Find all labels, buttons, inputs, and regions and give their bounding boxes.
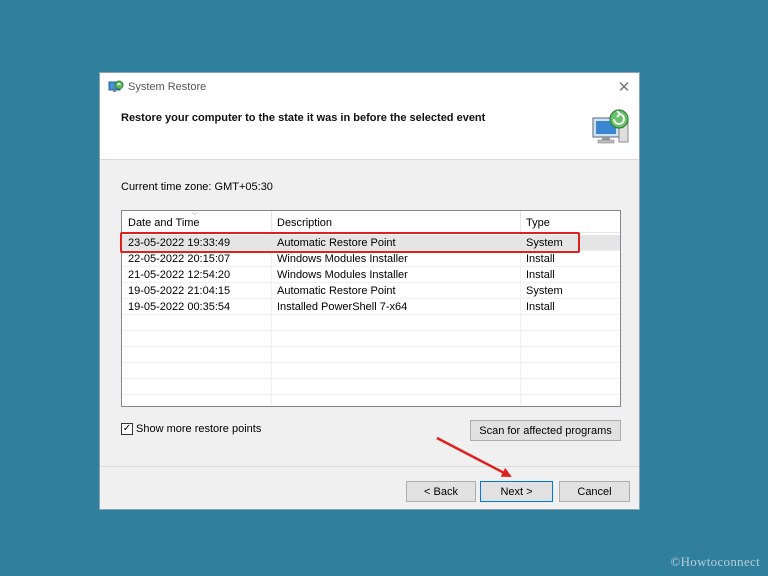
scan-affected-programs-button[interactable]: Scan for affected programs	[470, 420, 621, 441]
close-icon: ✕	[617, 79, 631, 96]
empty-row	[122, 347, 620, 363]
close-button[interactable]: ✕	[609, 73, 639, 101]
cell-date: 22-05-2022 20:15:07	[128, 253, 231, 265]
show-more-label: Show more restore points	[136, 423, 262, 435]
column-description-label: Description	[277, 217, 333, 229]
column-description[interactable]: Description	[271, 211, 521, 232]
dialog-header: Restore your computer to the state it wa…	[100, 101, 639, 160]
restore-points-list[interactable]: ⌵ Date and Time Description Type 23-05-2…	[121, 210, 621, 407]
system-restore-dialog: System Restore ✕ Restore your computer t…	[99, 72, 640, 510]
column-date-time[interactable]: ⌵ Date and Time	[122, 211, 272, 232]
column-type[interactable]: Type	[520, 211, 620, 232]
system-restore-icon	[108, 80, 124, 92]
checkmark-icon: ✓	[122, 423, 132, 434]
back-button[interactable]: < Back	[406, 481, 476, 502]
window-title: System Restore	[128, 81, 207, 93]
page-heading: Restore your computer to the state it wa…	[121, 112, 486, 124]
cell-description: Installed PowerShell 7-x64	[277, 301, 408, 313]
empty-row	[122, 331, 620, 347]
cell-date: 21-05-2022 12:54:20	[128, 269, 231, 281]
cell-description: Automatic Restore Point	[277, 285, 396, 297]
table-row[interactable]: 22-05-2022 20:15:07 Windows Modules Inst…	[122, 251, 620, 267]
column-type-label: Type	[526, 217, 550, 229]
cell-description: Windows Modules Installer	[277, 253, 408, 265]
list-header: ⌵ Date and Time Description Type	[122, 211, 620, 233]
cell-date: 19-05-2022 00:35:54	[128, 301, 231, 313]
timezone-label: Current time zone: GMT+05:30	[121, 181, 273, 193]
cell-date: 19-05-2022 21:04:15	[128, 285, 231, 297]
empty-row	[122, 363, 620, 379]
sort-down-icon: ⌵	[192, 210, 198, 217]
title-bar: System Restore ✕	[100, 73, 639, 101]
table-row[interactable]: 23-05-2022 19:33:49 Automatic Restore Po…	[122, 235, 620, 251]
cell-description: Automatic Restore Point	[277, 237, 396, 249]
cell-type: System	[526, 237, 563, 249]
show-more-checkbox[interactable]: ✓	[121, 423, 133, 435]
cell-type: Install	[526, 253, 555, 265]
cell-type: System	[526, 285, 563, 297]
next-button[interactable]: Next >	[480, 481, 553, 502]
cell-date: 23-05-2022 19:33:49	[128, 237, 231, 249]
cell-type: Install	[526, 269, 555, 281]
footer-divider	[100, 466, 639, 467]
empty-row	[122, 379, 620, 395]
watermark: ©Howtoconnect	[670, 554, 760, 569]
show-more-restore-points[interactable]: ✓ Show more restore points	[121, 423, 261, 435]
table-row[interactable]: 19-05-2022 00:35:54 Installed PowerShell…	[122, 299, 620, 315]
cancel-button[interactable]: Cancel	[559, 481, 630, 502]
table-row[interactable]: 21-05-2022 12:54:20 Windows Modules Inst…	[122, 267, 620, 283]
table-row[interactable]: 19-05-2022 21:04:15 Automatic Restore Po…	[122, 283, 620, 299]
empty-row	[122, 315, 620, 331]
cell-description: Windows Modules Installer	[277, 269, 408, 281]
cell-type: Install	[526, 301, 555, 313]
restore-computer-icon	[592, 109, 629, 144]
column-date-time-label: Date and Time	[128, 217, 200, 229]
